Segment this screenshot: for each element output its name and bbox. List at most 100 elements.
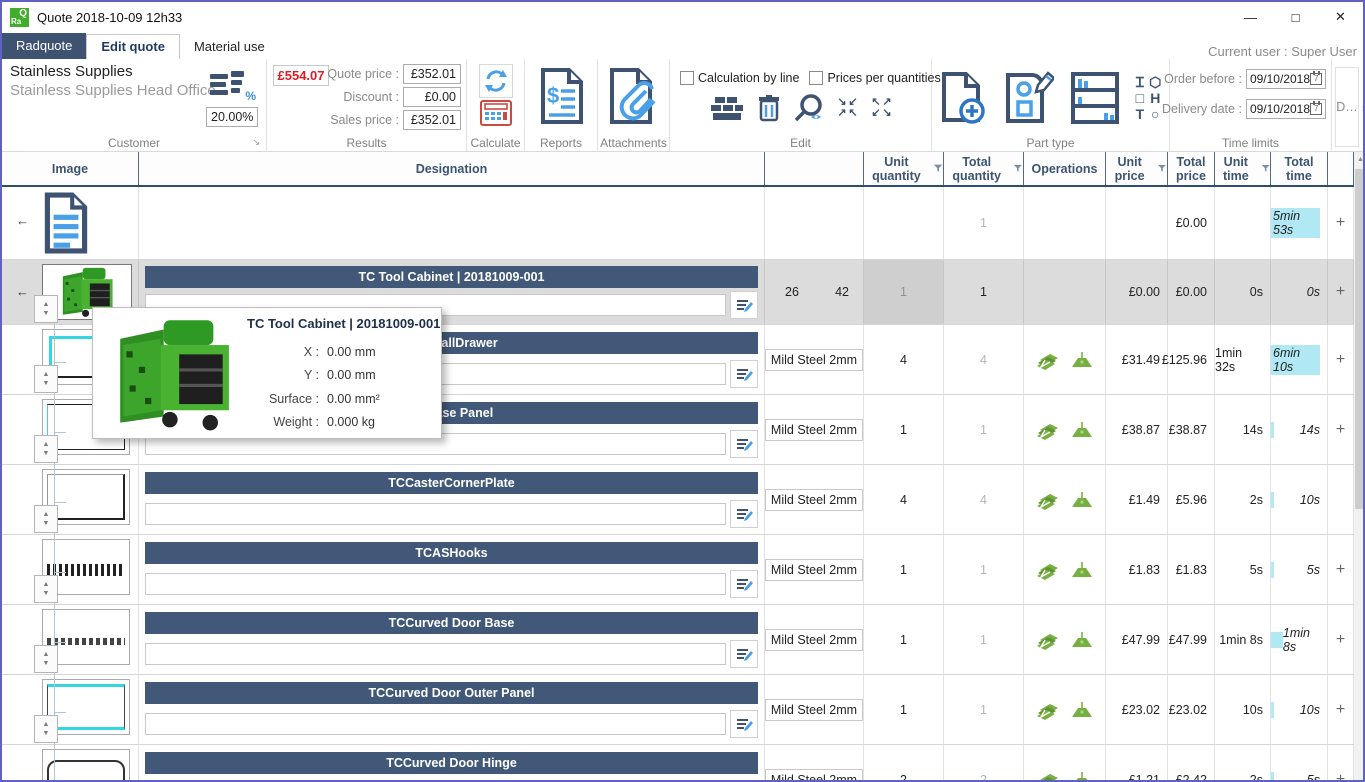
vertical-scrollbar[interactable]: ▲ xyxy=(1354,152,1365,781)
col-total-price[interactable]: Total price xyxy=(1168,152,1215,185)
bending-operation-icon[interactable] xyxy=(1070,490,1094,510)
col-total-time[interactable]: Total time xyxy=(1271,152,1328,185)
tab-radquote[interactable]: Radquote xyxy=(2,33,86,59)
filter-funnel-icon[interactable] xyxy=(1157,163,1167,174)
part-thumbnail[interactable] xyxy=(42,749,130,782)
edit-note-button[interactable] xyxy=(730,570,758,598)
bending-operation-icon[interactable] xyxy=(1070,630,1094,650)
order-before-date-field[interactable]: 09/10/2018 xyxy=(1246,69,1326,89)
tab-edit-quote[interactable]: Edit quote xyxy=(86,34,180,59)
part-designation-bar[interactable]: TCCurved Door Outer Panel xyxy=(145,682,758,704)
calculator-icon[interactable] xyxy=(478,98,514,128)
material-field[interactable]: Mild Steel 2mm xyxy=(765,489,863,511)
bending-operation-icon[interactable] xyxy=(1070,700,1094,720)
material-field[interactable]: Mild Steel 2mm xyxy=(765,419,863,441)
edit-note-button[interactable] xyxy=(730,360,758,388)
col-unit-quantity[interactable]: Unit quantity xyxy=(864,152,944,185)
add-row-button[interactable]: + xyxy=(1336,214,1345,232)
quote-price-field[interactable]: £352.01 xyxy=(403,64,461,84)
material-field[interactable]: Mild Steel 2mm xyxy=(765,769,863,782)
part-row[interactable]: ▲▼ TCCurved Door Base Mild Steel 2mm 1 1… xyxy=(2,605,1365,675)
col-total-quantity[interactable]: Total quantity xyxy=(944,152,1024,185)
unit-quantity-cell[interactable]: 2 xyxy=(864,745,944,782)
add-row-button[interactable]: + xyxy=(1336,701,1345,719)
part-note-input[interactable] xyxy=(145,573,726,595)
prices-per-quantities-checkbox[interactable]: Prices per quantities xyxy=(809,71,940,85)
part-note-input[interactable] xyxy=(145,503,726,525)
calculation-by-line-checkbox[interactable]: Calculation by line xyxy=(680,71,799,85)
collapse-all-icon[interactable]: ↘↙↗↖ xyxy=(837,97,859,119)
col-unit-price[interactable]: Unit price xyxy=(1106,152,1168,185)
cutting-operation-icon[interactable] xyxy=(1036,348,1060,372)
part-row[interactable]: ▲▼ TCCasterCornerPlate Mild Steel 2mm 4 … xyxy=(2,465,1365,535)
col-unit-time[interactable]: Unit time xyxy=(1215,152,1271,185)
scroll-up-arrow-icon[interactable]: ▲ xyxy=(1354,152,1365,167)
part-designation-bar[interactable]: TCCurved Door Base xyxy=(145,612,758,634)
profiles-sections-icon[interactable]: Ɪ□T ⬡H○ xyxy=(1136,74,1162,122)
part-designation-bar[interactable]: TCCurved Door Hinge xyxy=(145,752,758,774)
edit-part-icon[interactable] xyxy=(1004,71,1054,125)
tab-material-use[interactable]: Material use xyxy=(180,35,279,59)
material-field[interactable]: Mild Steel 2mm xyxy=(765,349,863,371)
add-row-button[interactable]: + xyxy=(1336,771,1345,782)
unit-quantity-cell[interactable]: 1 xyxy=(864,605,944,674)
refresh-icon[interactable] xyxy=(479,64,513,98)
cutting-operation-icon[interactable] xyxy=(1036,488,1060,512)
edit-note-button[interactable] xyxy=(730,500,758,528)
quantity-stepper[interactable]: ▲▼ xyxy=(34,365,58,393)
quantity-stepper[interactable]: ▲▼ xyxy=(34,505,58,533)
new-part-icon[interactable] xyxy=(940,71,988,125)
minimize-button[interactable]: — xyxy=(1228,3,1273,31)
quantity-stepper[interactable]: ▲▼ xyxy=(34,295,58,323)
edit-note-button[interactable] xyxy=(730,640,758,668)
part-row[interactable]: ▲▼ TCASHooks Mild Steel 2mm 1 1 £1.83 £1… xyxy=(2,535,1365,605)
cutting-operation-icon[interactable] xyxy=(1036,558,1060,582)
delivery-date-field[interactable]: 09/10/2018 xyxy=(1246,99,1326,119)
unit-quantity-cell[interactable]: 1 xyxy=(864,395,944,464)
scrollbar-thumb[interactable] xyxy=(1355,169,1365,509)
cutting-operation-icon[interactable] xyxy=(1036,698,1060,722)
bending-operation-icon[interactable] xyxy=(1070,560,1094,580)
sales-price-field[interactable]: £352.01 xyxy=(403,110,461,130)
stock-shelf-icon[interactable] xyxy=(1070,71,1120,125)
expand-all-icon[interactable]: ↖↗↙↘ xyxy=(871,97,893,119)
edit-note-button[interactable] xyxy=(730,430,758,458)
add-row-button[interactable]: + xyxy=(1336,351,1345,369)
unit-quantity-cell[interactable]: 1 xyxy=(864,535,944,604)
quantity-stepper[interactable]: ▲▼ xyxy=(34,435,58,463)
material-field[interactable]: Mild Steel 2mm xyxy=(765,559,863,581)
quantity-stepper[interactable]: ▲▼ xyxy=(34,645,58,673)
quote-summary-row[interactable]: ← 1 £0.00 5min 53s + xyxy=(2,187,1365,260)
filter-funnel-icon[interactable] xyxy=(1261,163,1270,174)
quantity-stepper[interactable]: ▲▼ xyxy=(34,715,58,743)
col-material[interactable] xyxy=(765,152,864,185)
preview-search-icon[interactable] xyxy=(793,93,825,123)
unit-quantity-cell[interactable]: 4 xyxy=(864,465,944,534)
cutting-operation-icon[interactable] xyxy=(1036,768,1060,782)
edit-note-button[interactable] xyxy=(730,291,758,319)
material-field[interactable]: Mild Steel 2mm xyxy=(765,699,863,721)
bending-operation-icon[interactable] xyxy=(1070,770,1094,782)
bending-operation-icon[interactable] xyxy=(1070,350,1094,370)
part-note-input[interactable] xyxy=(145,713,726,735)
materials-bricks-icon[interactable] xyxy=(709,95,745,121)
cutting-operation-icon[interactable] xyxy=(1036,628,1060,652)
edit-note-button[interactable] xyxy=(730,710,758,738)
discount-field[interactable]: £0.00 xyxy=(403,87,461,107)
collapse-arrow-icon[interactable]: ← xyxy=(16,213,29,228)
unit-quantity-cell[interactable]: 1 xyxy=(864,675,944,744)
quantity-stepper[interactable]: ▲▼ xyxy=(34,575,58,603)
collapsed-ribbon-group[interactable]: D… › xyxy=(1332,59,1365,151)
part-row[interactable]: ▲▼ TCCurved Door Outer Panel Mild Steel … xyxy=(2,675,1365,745)
col-operations[interactable]: Operations xyxy=(1024,152,1106,185)
col-image[interactable]: Image xyxy=(2,152,139,185)
discount-rate-field[interactable]: 20.00% xyxy=(206,107,258,127)
col-designation[interactable]: Designation xyxy=(139,152,765,185)
reports-icon[interactable]: $ xyxy=(537,67,585,125)
delete-trash-icon[interactable] xyxy=(757,94,781,122)
part-note-input[interactable] xyxy=(145,643,726,665)
attachments-icon[interactable] xyxy=(608,67,660,125)
filter-funnel-icon[interactable] xyxy=(933,163,943,174)
material-field[interactable]: Mild Steel 2mm xyxy=(765,629,863,651)
assembly-designation-bar[interactable]: TC Tool Cabinet | 20181009-001 xyxy=(145,266,758,288)
